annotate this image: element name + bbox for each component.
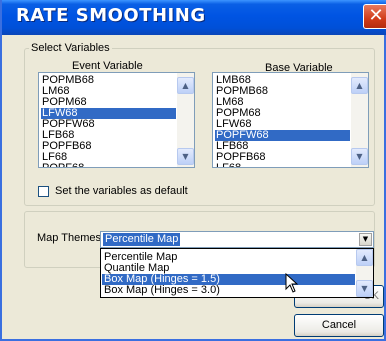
mouse-pointer-icon (285, 273, 299, 293)
base-variable-list-item[interactable]: LF68 (215, 163, 350, 168)
event-variable-items: POPMB68 LM68 POPM68 LFW68 POPFW68 LFB68 POPFB6… (41, 75, 176, 168)
map-themes-dropdown-list[interactable]: Percentile Map Quantile Map Box Map (Hin… (100, 248, 374, 298)
map-themes-selected-value: Percentile Map (103, 233, 181, 246)
dropdown-scrollbar[interactable]: ▲ ▼ (356, 249, 373, 297)
default-variables-checkbox[interactable] (38, 186, 49, 197)
event-variable-header: Event Variable (72, 60, 143, 72)
cancel-button[interactable]: Cancel (294, 314, 384, 337)
close-icon: ✕ (368, 5, 384, 26)
dropdown-option[interactable]: Box Map (Hinges = 3.0) (102, 285, 355, 296)
select-variables-legend: Select Variables (31, 42, 110, 54)
up-arrow-icon[interactable]: ▲ (351, 77, 368, 94)
cancel-button-label: Cancel (321, 319, 357, 331)
title-bar[interactable]: RATE SMOOTHING (2, 0, 386, 35)
up-arrow-icon[interactable]: ▲ (177, 77, 194, 94)
event-list-scrollbar[interactable]: ▲ ▼ (177, 73, 194, 167)
down-arrow-icon[interactable]: ▼ (177, 148, 194, 165)
event-variable-list[interactable]: POPMB68 LM68 POPM68 LFW68 POPFW68 LFB68 POPFB6… (38, 72, 195, 168)
chevron-down-icon[interactable]: ▼ (359, 233, 372, 246)
down-arrow-icon[interactable]: ▼ (351, 148, 368, 165)
close-button[interactable]: ✕ (363, 4, 386, 29)
up-arrow-icon[interactable]: ▲ (356, 249, 373, 266)
base-list-scrollbar[interactable]: ▲ ▼ (351, 73, 368, 167)
window-title: RATE SMOOTHING (16, 5, 206, 26)
base-variable-list[interactable]: LMB68 POPMB68 LM68 POPM68 LFW68 POPFW68 LFB68 P… (212, 72, 369, 168)
map-themes-label: Map Themes (37, 232, 101, 244)
default-variables-label: Set the variables as default (55, 185, 188, 197)
event-variable-list-item[interactable]: POPF68 (41, 163, 176, 168)
base-variable-items: LMB68 POPMB68 LM68 POPM68 LFW68 POPFW68 LFB68 P… (215, 75, 350, 168)
rate-smoothing-dialog: RATE SMOOTHING ✕ Select Variables Event … (0, 0, 386, 341)
map-themes-select[interactable]: Percentile Map ▼ (100, 231, 374, 248)
down-arrow-icon[interactable]: ▼ (356, 280, 373, 297)
